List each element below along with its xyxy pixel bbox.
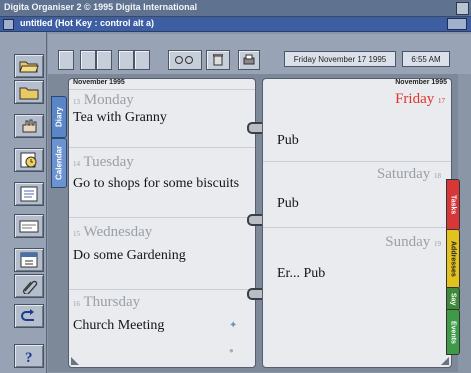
- month-header: November 1995: [73, 79, 125, 86]
- window-title: Digita Organiser 2 © 1995 Digita Interna…: [4, 2, 198, 12]
- document-bar[interactable]: untitled (Hot Key : control alt a): [0, 17, 471, 32]
- day-slot[interactable]: 15 Wednesday Do some Gardening: [69, 217, 255, 290]
- help-icon[interactable]: ?: [14, 344, 44, 368]
- day-number: 13: [73, 98, 80, 106]
- day-name: Tuesday: [83, 154, 134, 170]
- toolbar: Friday November 17 1995 6:55 AM: [48, 34, 471, 74]
- close-gadget[interactable]: [3, 19, 14, 30]
- sparkle-icon: ✦: [229, 320, 238, 331]
- dot-icon: ●: [229, 346, 234, 355]
- tab-calendar[interactable]: Calendar: [51, 138, 67, 188]
- diary-entry[interactable]: Pub: [277, 133, 299, 149]
- depth-gadget[interactable]: [447, 18, 467, 30]
- tab-addresses[interactable]: Addresses: [446, 229, 460, 289]
- print-button[interactable]: [238, 50, 260, 70]
- day-view-button[interactable]: [58, 50, 74, 70]
- day-name: Monday: [83, 92, 134, 108]
- diary-entry[interactable]: Er... Pub: [277, 266, 325, 282]
- tab-diary[interactable]: Diary: [51, 96, 67, 138]
- tab-tasks[interactable]: Tasks: [446, 179, 460, 231]
- open-folder-icon[interactable]: [14, 54, 44, 78]
- document-title: untitled (Hot Key : control alt a): [20, 18, 154, 28]
- month-view-button[interactable]: [118, 50, 134, 70]
- find-button[interactable]: [168, 50, 202, 70]
- day-number: 19: [434, 240, 441, 248]
- print-icon: [243, 54, 255, 65]
- folder-icon[interactable]: [14, 80, 44, 104]
- undo-icon[interactable]: [14, 304, 44, 328]
- title-bar[interactable]: Digita Organiser 2 © 1995 Digita Interna…: [0, 0, 471, 17]
- two-day-view-button[interactable]: [80, 50, 96, 70]
- diary-entry[interactable]: Go to shops for some biscuits: [73, 176, 239, 192]
- day-name: Sunday: [385, 234, 431, 250]
- diary-entry[interactable]: Do some Gardening: [73, 248, 186, 264]
- card-icon[interactable]: [14, 214, 44, 238]
- page-turn-back-icon[interactable]: [71, 357, 79, 365]
- right-page: November 1995 Friday 17 Pub Saturday 18 …: [262, 78, 452, 368]
- day-number: 18: [434, 172, 441, 180]
- clock-icon[interactable]: [14, 148, 44, 172]
- diary-entry[interactable]: Church Meeting: [73, 318, 164, 334]
- day-number: 16: [73, 300, 80, 308]
- day-number: 17: [438, 97, 445, 105]
- window-depth-gadget[interactable]: [456, 2, 469, 15]
- find-icon: [175, 56, 193, 64]
- page-turn-forward-icon[interactable]: [441, 357, 449, 365]
- diary-entry[interactable]: Pub: [277, 196, 299, 212]
- tab-events[interactable]: Events: [446, 309, 460, 355]
- day-slot[interactable]: 13 Monday Tea with Granny: [69, 89, 255, 148]
- day-name: Thursday: [83, 294, 141, 310]
- day-slot[interactable]: Friday 17 Pub: [263, 89, 451, 161]
- svg-text:?: ?: [25, 350, 33, 364]
- diary-binder: Diary Calendar November 1995 13 Monday T…: [48, 74, 460, 372]
- day-slot[interactable]: 14 Tuesday Go to shops for some biscuits: [69, 147, 255, 218]
- year-view-button[interactable]: [134, 50, 150, 70]
- trash-button[interactable]: [206, 50, 230, 70]
- tab-say[interactable]: Say: [446, 287, 460, 311]
- month-header: November 1995: [395, 79, 447, 86]
- hand-icon[interactable]: [14, 114, 44, 138]
- day-name: Wednesday: [83, 224, 153, 240]
- day-number: 14: [73, 160, 80, 168]
- diary-entry[interactable]: Tea with Granny: [73, 110, 167, 126]
- date-display[interactable]: Friday November 17 1995: [284, 51, 396, 67]
- trash-icon: [213, 54, 223, 66]
- left-page: November 1995 13 Monday Tea with Granny …: [68, 78, 256, 368]
- day-slot[interactable]: 16 Thursday Church Meeting ✦ ●: [69, 289, 255, 367]
- paperclip-icon[interactable]: [14, 274, 44, 298]
- day-slot[interactable]: Sunday 19 Er... Pub: [263, 227, 451, 308]
- tool-sidebar: ?: [0, 32, 47, 373]
- day-name: Friday: [395, 91, 435, 107]
- list-icon[interactable]: [14, 182, 44, 206]
- week-view-button[interactable]: [96, 50, 112, 70]
- day-name: Saturday: [376, 166, 431, 182]
- time-display[interactable]: 6:55 AM: [402, 51, 450, 67]
- day-slot[interactable]: Saturday 18 Pub: [263, 161, 451, 228]
- day-number: 15: [73, 230, 80, 238]
- calendar-icon[interactable]: [14, 248, 44, 272]
